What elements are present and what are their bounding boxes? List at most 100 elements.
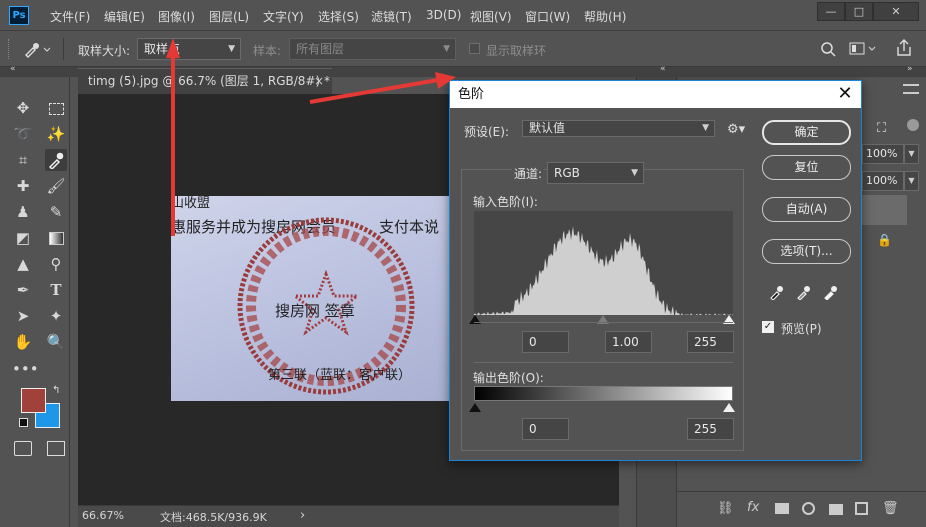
collapse-icon[interactable]: « — [660, 64, 666, 74]
image-text-bottom: 第三联（蓝联：客户联） — [268, 368, 412, 383]
marquee-tool-icon[interactable] — [45, 97, 67, 119]
sample-size-select[interactable]: 取样点 ▼ — [137, 38, 241, 60]
close-dialog-icon[interactable]: ✕ — [833, 81, 857, 108]
add-mask-icon[interactable] — [775, 503, 789, 514]
delete-layer-icon[interactable]: 🗑 — [882, 501, 899, 516]
output-white-field[interactable]: 255 — [687, 418, 734, 440]
dialog-title-bar[interactable]: 色阶 — [450, 81, 861, 108]
layer-lock-icon: 🔒 — [877, 233, 892, 247]
ok-button[interactable]: 确定 — [762, 120, 851, 145]
menu-filter[interactable]: 滤镜(T) — [371, 8, 412, 25]
fill-field[interactable]: 100% — [862, 171, 904, 191]
adjustment-layer-icon[interactable] — [802, 502, 815, 515]
new-layer-icon[interactable] — [855, 502, 868, 515]
collapse-left-icon[interactable]: « — [10, 64, 16, 74]
expand-right-icon[interactable]: » — [907, 64, 913, 74]
eyedropper-tool-icon[interactable] — [45, 149, 67, 171]
preset-select[interactable]: 默认值 ▼ — [522, 120, 715, 137]
link-layers-icon[interactable]: ⛓ — [717, 501, 734, 516]
gradient-tool-icon[interactable] — [45, 227, 67, 249]
tools-panel: ✥ ➰ ✨ ⌗ ✚ 🖌 ♟ ✎ ◩ ▲ ⚲ ✒ T ➤ ✦ ✋ 🔍 ••• ↰ — [0, 77, 70, 527]
minimize-button[interactable]: — — [817, 2, 845, 21]
close-tab-icon[interactable]: × — [314, 69, 324, 93]
output-black-slider[interactable] — [469, 403, 481, 412]
panel-menu-icon[interactable] — [903, 84, 919, 94]
white-point-eyedropper-icon[interactable] — [823, 284, 839, 302]
menu-layer[interactable]: 图层(L) — [209, 8, 249, 25]
show-ring-checkbox[interactable] — [469, 43, 480, 54]
zoom-tool-icon[interactable]: 🔍 — [45, 331, 67, 353]
menu-edit[interactable]: 编辑(E) — [104, 8, 145, 25]
input-black-field[interactable]: 0 — [522, 331, 569, 353]
close-window-button[interactable]: ✕ — [873, 2, 919, 21]
menu-window[interactable]: 窗口(W) — [525, 8, 570, 25]
new-group-icon[interactable] — [829, 504, 843, 515]
search-icon[interactable] — [820, 41, 836, 57]
custom-shape-tool-icon[interactable]: ✦ — [45, 305, 67, 327]
channel-select[interactable]: RGB ▼ — [547, 162, 644, 184]
lasso-tool-icon[interactable]: ➰ — [12, 123, 34, 145]
output-levels-label: 输出色阶(O): — [473, 371, 544, 385]
document-image[interactable]: 山收盟 惠服务并成为搜房网会员 支付本说 搜房网 签章 第三联（蓝联：客户联） — [171, 196, 454, 401]
eyedropper-preset-icon[interactable] — [22, 40, 52, 58]
menu-select[interactable]: 选择(S) — [318, 8, 359, 25]
preset-options-gear-icon[interactable]: ⚙▾ — [727, 122, 745, 137]
workspace-icon[interactable] — [849, 42, 879, 56]
gray-point-eyedropper-icon[interactable] — [796, 284, 812, 302]
pen-tool-icon[interactable]: ✒ — [12, 279, 34, 301]
healing-brush-tool-icon[interactable]: ✚ — [12, 175, 34, 197]
crop-tool-icon[interactable]: ⌗ — [12, 149, 34, 171]
chevron-down-icon[interactable]: ▼ — [904, 171, 919, 191]
swap-colors-icon[interactable]: ↰ — [52, 385, 60, 396]
quick-mask-icon[interactable] — [14, 441, 32, 456]
path-selection-tool-icon[interactable]: ➤ — [12, 305, 34, 327]
eraser-tool-icon[interactable]: ◩ — [12, 227, 34, 249]
black-point-eyedropper-icon[interactable] — [769, 284, 785, 302]
lock-pixels-icon[interactable]: ⛶ — [877, 121, 886, 136]
layer-style-icon[interactable]: fx — [747, 500, 759, 515]
history-brush-tool-icon[interactable]: ✎ — [45, 201, 67, 223]
foreground-color-swatch[interactable] — [21, 388, 46, 413]
grip-handle[interactable] — [8, 39, 12, 59]
document-tab[interactable]: timg (5).jpg @ 66.7% (图层 1, RGB/8#) * × — [78, 68, 332, 94]
sample-value: 所有图层 — [296, 42, 345, 56]
preview-checkbox[interactable]: ✓ — [762, 321, 774, 333]
hand-tool-icon[interactable]: ✋ — [12, 331, 34, 353]
auto-button[interactable]: 自动(A) — [762, 197, 851, 222]
output-white-slider[interactable] — [723, 403, 735, 412]
output-black-field[interactable]: 0 — [522, 418, 569, 440]
share-icon[interactable] — [895, 38, 913, 58]
menu-3d[interactable]: 3D(D) — [426, 8, 461, 22]
sample-select[interactable]: 所有图层 ▼ — [289, 38, 456, 60]
chevron-down-icon[interactable]: ▼ — [904, 144, 919, 164]
menu-image[interactable]: 图像(I) — [158, 8, 195, 25]
opacity-field[interactable]: 100% — [862, 144, 904, 164]
input-white-field[interactable]: 255 — [687, 331, 734, 353]
status-menu-arrow-icon[interactable]: › — [300, 508, 305, 523]
screen-mode-icon[interactable] — [47, 441, 65, 456]
restore-button[interactable]: □ — [845, 2, 873, 21]
brush-tool-icon[interactable]: 🖌 — [45, 175, 67, 197]
chevron-down-icon: ▼ — [443, 44, 450, 54]
output-gradient-bar — [474, 386, 733, 401]
magic-wand-tool-icon[interactable]: ✨ — [45, 123, 67, 145]
divider — [677, 491, 926, 492]
filter-toggle-icon[interactable] — [907, 119, 919, 131]
menu-view[interactable]: 视图(V) — [470, 8, 512, 25]
menu-file[interactable]: 文件(F) — [50, 8, 90, 25]
options-button[interactable]: 选项(T)... — [762, 239, 851, 264]
type-tool-icon[interactable]: T — [45, 279, 67, 301]
more-tools-icon[interactable]: ••• — [12, 358, 39, 380]
blur-tool-icon[interactable]: ▲ — [12, 253, 34, 275]
menu-type[interactable]: 文字(Y) — [263, 8, 304, 25]
default-colors-icon[interactable] — [19, 418, 28, 427]
move-tool-icon[interactable]: ✥ — [12, 97, 34, 119]
clone-stamp-tool-icon[interactable]: ♟ — [12, 201, 34, 223]
sample-label: 样本: — [253, 44, 282, 58]
divider — [474, 362, 733, 363]
dodge-tool-icon[interactable]: ⚲ — [45, 253, 67, 275]
menu-help[interactable]: 帮助(H) — [584, 8, 626, 25]
zoom-level[interactable]: 66.67% — [82, 509, 124, 522]
reset-button[interactable]: 复位 — [762, 155, 851, 180]
input-gamma-field[interactable]: 1.00 — [605, 331, 652, 353]
